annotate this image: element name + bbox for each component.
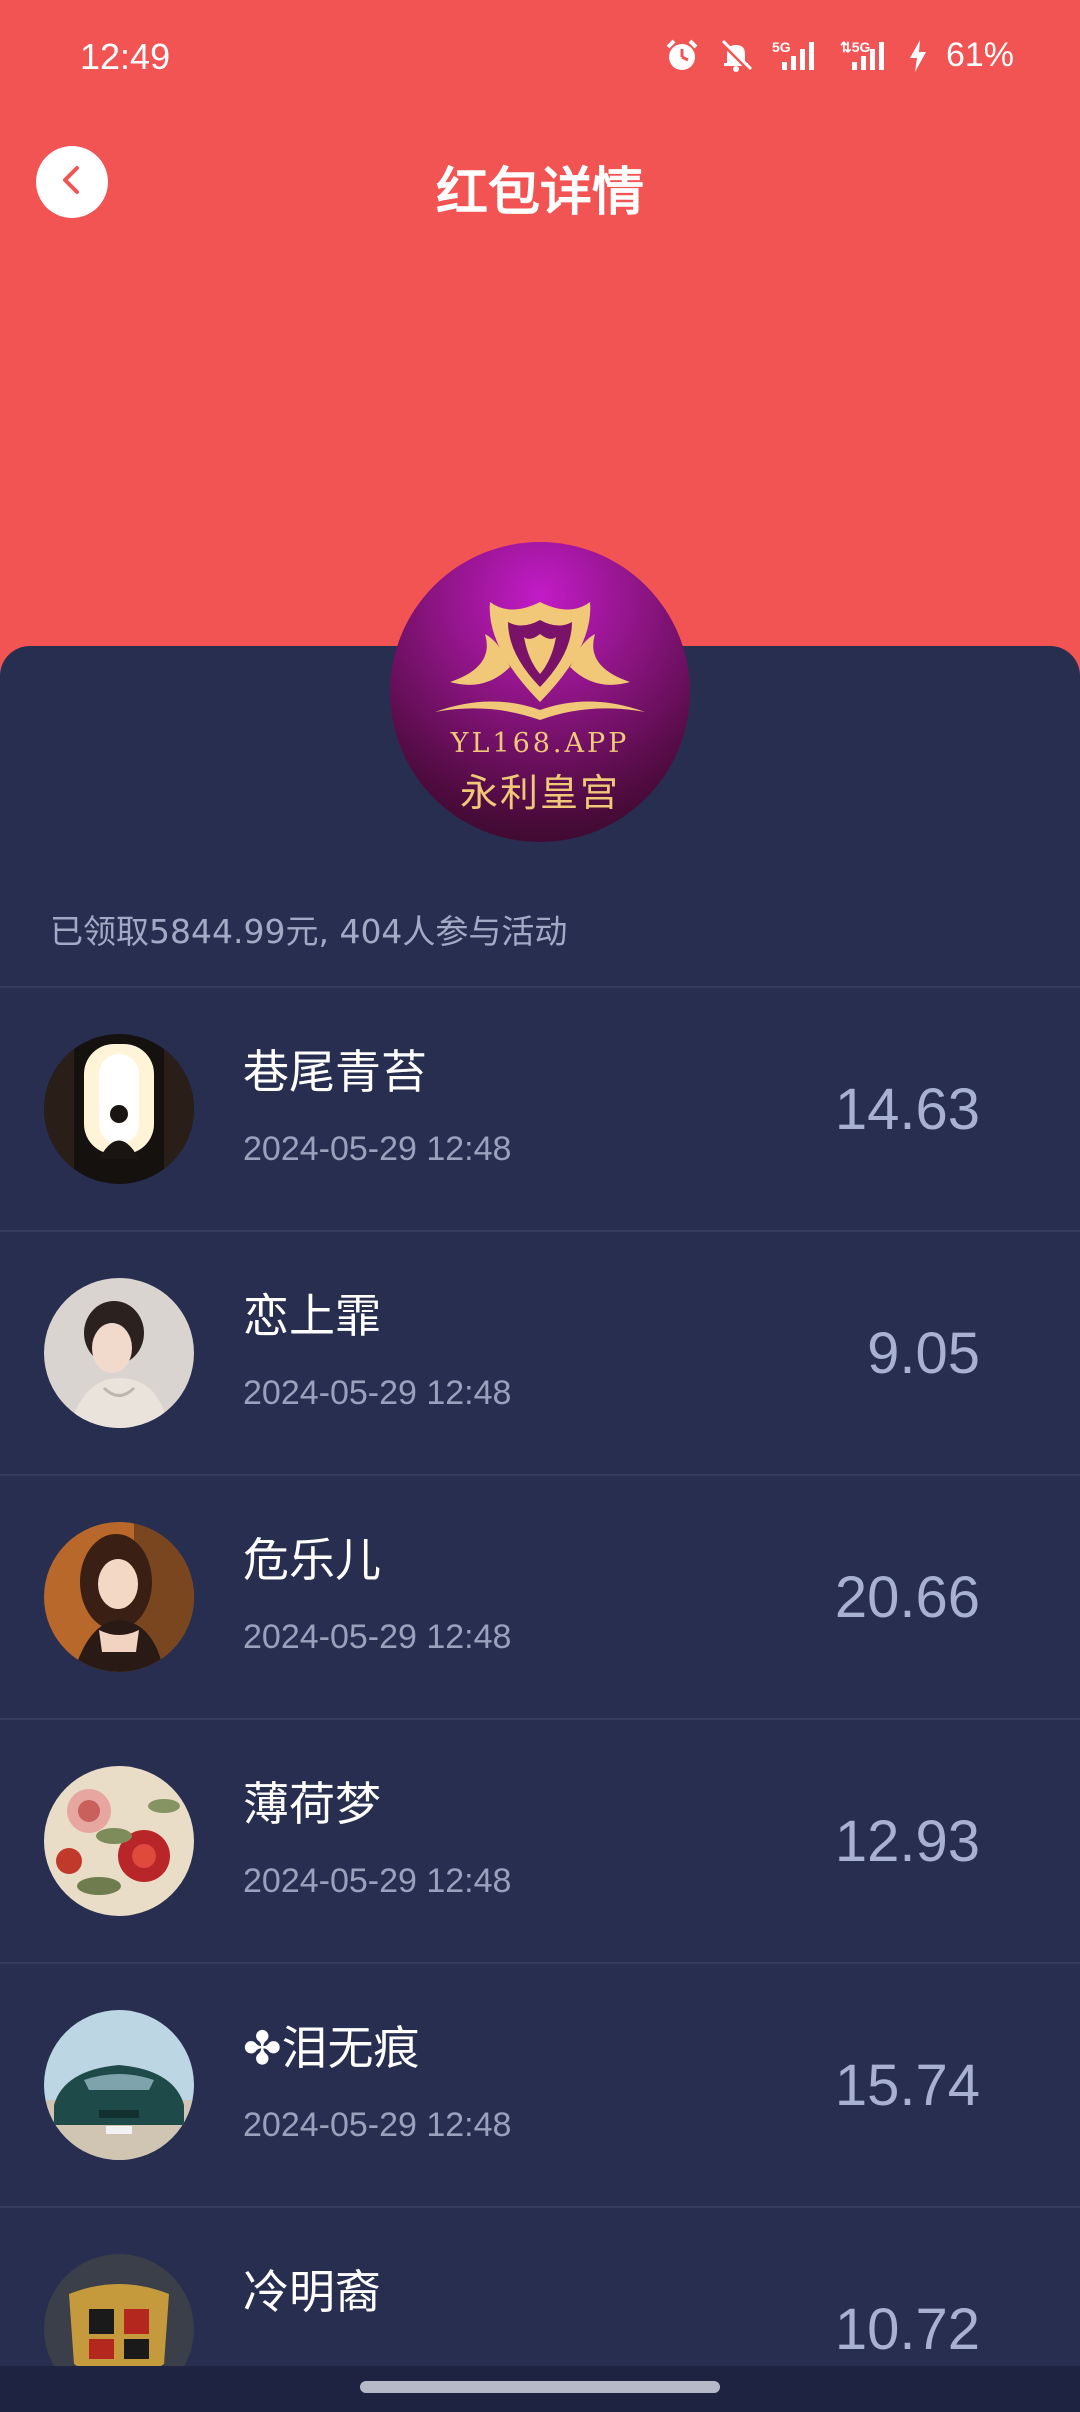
brand-logo: YL168.APP 永利皇宫 [390, 542, 690, 842]
status-icons: 5G ⇅5G 61% [664, 36, 1014, 75]
alarm-icon [664, 38, 700, 74]
claim-time: 2024-05-29 12:48 [243, 1130, 512, 1168]
claim-list: 巷尾青苔 2024-05-29 12:48 14.63 恋上霏 2024-05-… [0, 988, 1080, 2412]
svg-text:5G: 5G [772, 39, 791, 55]
list-item[interactable]: 恋上霏 2024-05-29 12:48 9.05 [0, 1232, 1080, 1476]
battery-percent: 61% [945, 36, 1014, 74]
member-name: ✤泪无痕 [243, 2021, 420, 2075]
home-indicator[interactable] [360, 2381, 720, 2393]
svg-text:⇅5G: ⇅5G [840, 39, 871, 55]
sports-car-avatar [44, 2010, 194, 2160]
claim-amount: 14.63 [834, 1077, 980, 1142]
list-item[interactable]: ✤泪无痕 2024-05-29 12:48 15.74 [0, 1964, 1080, 2208]
member-name: 危乐儿 [243, 1533, 381, 1587]
system-nav-bar [0, 2366, 1080, 2412]
claim-amount: 12.93 [834, 1809, 980, 1874]
status-bar: 12:49 5G ⇅5G 61% [0, 0, 1080, 124]
summary-text: 已领取5844.99元, 404人参与活动 [50, 912, 568, 951]
list-item[interactable]: 薄荷梦 2024-05-29 12:48 12.93 [0, 1720, 1080, 1964]
charging-icon [908, 38, 928, 74]
claim-amount: 15.74 [834, 2053, 980, 2118]
claim-time: 2024-05-29 12:48 [243, 2106, 512, 2144]
claim-time: 2024-05-29 12:48 [243, 1618, 512, 1656]
signal-5g-icon: 5G [772, 38, 820, 74]
claim-amount: 20.66 [834, 1565, 980, 1630]
list-item[interactable]: 危乐儿 2024-05-29 12:48 20.66 [0, 1476, 1080, 1720]
member-name: 巷尾青苔 [243, 1045, 427, 1099]
claim-amount: 9.05 [867, 1321, 980, 1386]
peony-flower-avatar [44, 1766, 194, 1916]
red-envelope-detail-screen: 12:49 5G ⇅5G 61% 红包详情 YL168.APP 永利皇宫 已领取… [0, 0, 1080, 2412]
logo-text-en: YL168.APP [450, 728, 630, 759]
logo-text-cn: 永利皇宫 [459, 771, 620, 815]
page-title: 红包详情 [435, 163, 644, 223]
claim-time: 2024-05-29 12:48 [243, 1374, 512, 1412]
girl-portrait-avatar [44, 1522, 194, 1672]
signal-5g-icon: ⇅5G [838, 38, 890, 74]
meditation-avatar [44, 1034, 194, 1184]
list-item[interactable]: 巷尾青苔 2024-05-29 12:48 14.63 [0, 988, 1080, 1232]
mute-icon [718, 38, 754, 74]
member-name: 恋上霏 [243, 1289, 381, 1343]
girl-portrait-avatar [44, 1278, 194, 1428]
claim-time: 2024-05-29 12:48 [243, 1862, 512, 1900]
status-time: 12:49 [80, 36, 171, 77]
claim-amount: 10.72 [834, 2297, 980, 2362]
member-name: 薄荷梦 [243, 1777, 381, 1831]
member-name: 冷明裔 [243, 2265, 381, 2319]
